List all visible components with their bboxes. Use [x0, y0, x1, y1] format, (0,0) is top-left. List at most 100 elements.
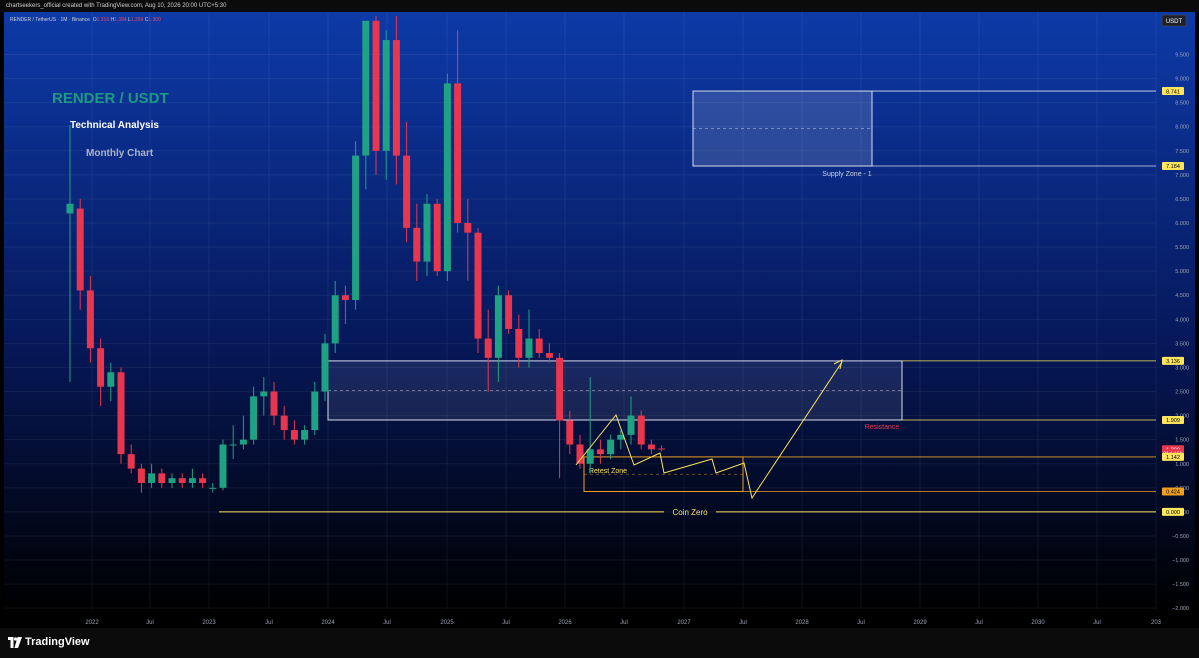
ohlc-high: 1.384	[114, 17, 127, 23]
tradingview-brand[interactable]: TradingView	[25, 636, 90, 648]
y-tick-label: 4.500	[1175, 293, 1189, 299]
x-tick-label: Jul	[620, 620, 628, 626]
x-tick-label: 2024	[321, 620, 335, 626]
chart-period: Monthly Chart	[86, 148, 154, 159]
candle-body	[229, 444, 237, 446]
y-tick-label: 9.000	[1175, 77, 1189, 83]
candle-body	[535, 338, 543, 354]
candle-body	[545, 353, 553, 358]
candle-body	[352, 155, 360, 301]
candle-body	[403, 155, 411, 228]
x-tick-label: Jul	[857, 620, 865, 626]
candle-body	[239, 439, 247, 445]
price-label-text: 0.424	[1166, 490, 1180, 496]
x-tick-label: Jul	[1093, 620, 1101, 626]
x-tick-label: Jul	[975, 620, 983, 626]
level-label-coin-zero: Coin Zero	[672, 508, 708, 517]
candle-body	[66, 203, 74, 214]
candle-body	[321, 343, 329, 392]
candle-body	[413, 227, 421, 262]
ohlc-low: 1.259	[130, 17, 144, 23]
price-label-text: 8.741	[1166, 89, 1180, 95]
candle-body	[260, 391, 268, 397]
candle-body	[586, 449, 594, 464]
candle-body	[556, 357, 564, 421]
candle-body	[596, 449, 604, 455]
candle-body	[178, 478, 186, 484]
candle-body	[301, 430, 309, 440]
credit-bar: chartseekers_official created with Tradi…	[0, 0, 1199, 12]
x-tick-label: 203	[1151, 620, 1162, 626]
candle-body	[494, 295, 502, 358]
candle-body	[270, 391, 278, 416]
price-label-text: 0.000	[1166, 510, 1180, 516]
credit-text: chartseekers_official created with Tradi…	[6, 3, 227, 9]
x-tick-label: Jul	[739, 620, 747, 626]
y-tick-label: 5.500	[1175, 245, 1189, 251]
x-tick-label: 2025	[440, 620, 454, 626]
candle-body	[392, 40, 400, 156]
candle-body	[464, 223, 472, 233]
candle-body	[250, 396, 258, 440]
candle-body	[219, 444, 227, 488]
currency-label: USDT	[1166, 19, 1183, 25]
candle-body	[362, 20, 370, 156]
candle-body	[209, 487, 217, 489]
candle-body	[290, 430, 298, 440]
footer-bar: TradingView	[0, 628, 1199, 658]
zone-label-retest: Retest Zone	[589, 468, 627, 475]
candle-body	[515, 328, 523, 358]
candle-body	[86, 290, 94, 349]
chart-area[interactable]: 9.500 9.000 8.500 8.000 7.500 7.000 6.500 6.000…	[4, 12, 1195, 628]
candle-body	[117, 372, 125, 455]
x-tick-label: Jul	[502, 620, 510, 626]
x-tick-label: Jul	[265, 620, 273, 626]
candle-body	[331, 295, 339, 344]
x-tick-label: Jul	[146, 620, 154, 626]
candle-body	[658, 448, 666, 450]
x-tick-label: 2026	[558, 620, 572, 626]
x-tick-label: 2030	[1031, 620, 1045, 626]
zone-label-supply: Supply Zone - 1	[822, 171, 872, 178]
candle-body	[627, 415, 635, 435]
y-tick-label: 3.500	[1175, 341, 1189, 347]
candle-body	[199, 478, 207, 484]
chart-screenshot: chartseekers_official created with Tradi…	[0, 0, 1199, 658]
zone-label-resistance: Resistance	[865, 424, 900, 431]
y-tick-label: −1.000	[1172, 558, 1189, 564]
candle-body	[158, 473, 166, 484]
candle-body	[76, 208, 84, 291]
x-tick-label: Jul	[383, 620, 391, 626]
price-label-text: 1.909	[1166, 418, 1180, 424]
candle-body	[341, 295, 349, 301]
ohlc-open: 1.316	[96, 17, 110, 23]
y-tick-label: 6.000	[1175, 221, 1189, 227]
candle-body	[525, 338, 533, 358]
candle-body	[454, 83, 462, 224]
x-tick-label: 2022	[85, 620, 99, 626]
y-tick-label: 2.500	[1175, 390, 1189, 396]
candle-body	[423, 203, 431, 262]
y-tick-label: −0.500	[1172, 534, 1189, 540]
price-chart-svg[interactable]: 9.500 9.000 8.500 8.000 7.500 7.000 6.500 6.000…	[4, 12, 1195, 628]
y-tick-label: 4.000	[1175, 317, 1189, 323]
candle-body	[637, 415, 645, 445]
ohlc-legend: RENDER / TetherUS · 1M · Binance O1.316 …	[10, 17, 161, 23]
price-label-text: 3.136	[1166, 359, 1180, 365]
candle-body	[127, 454, 135, 469]
tradingview-logo-icon[interactable]	[8, 637, 22, 648]
candle-body	[382, 40, 390, 151]
time-axis-background	[4, 609, 1195, 628]
candle-body	[607, 439, 615, 455]
y-tick-label: 7.500	[1175, 149, 1189, 155]
candle-body	[576, 444, 584, 464]
candle-body	[148, 473, 156, 484]
ohlc-close: 1.300	[148, 17, 161, 23]
plot-background	[4, 12, 1195, 609]
x-tick-label: 2027	[677, 620, 691, 626]
candle-body	[188, 478, 196, 484]
candle-body	[107, 372, 115, 387]
candle-body	[372, 20, 380, 151]
chart-title: RENDER / USDT	[52, 90, 169, 107]
candle-body	[484, 338, 492, 358]
